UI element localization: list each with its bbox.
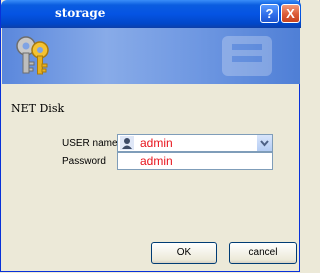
chevron-down-icon <box>260 140 269 147</box>
section-title: NET Disk <box>11 102 65 115</box>
window-title: storage <box>55 6 106 20</box>
username-combobox[interactable]: admin <box>117 134 273 152</box>
password-field[interactable]: admin <box>117 152 273 170</box>
close-button[interactable]: X <box>281 4 300 23</box>
help-button[interactable]: ? <box>260 4 279 23</box>
username-label: USER name <box>62 138 118 149</box>
password-label: Password <box>62 156 106 167</box>
dropdown-button[interactable] <box>256 135 272 151</box>
dialog-banner <box>2 28 300 84</box>
cancel-button[interactable]: cancel <box>229 242 297 264</box>
keys-icon <box>16 36 49 75</box>
ok-button[interactable]: OK <box>151 242 217 264</box>
title-bar[interactable]: storage ? X <box>1 0 301 28</box>
password-value: admin <box>140 154 173 168</box>
login-dialog: storage ? X NET Disk USER name admin Pas… <box>0 0 301 272</box>
user-account-icon <box>120 136 134 150</box>
username-value: admin <box>140 136 173 150</box>
